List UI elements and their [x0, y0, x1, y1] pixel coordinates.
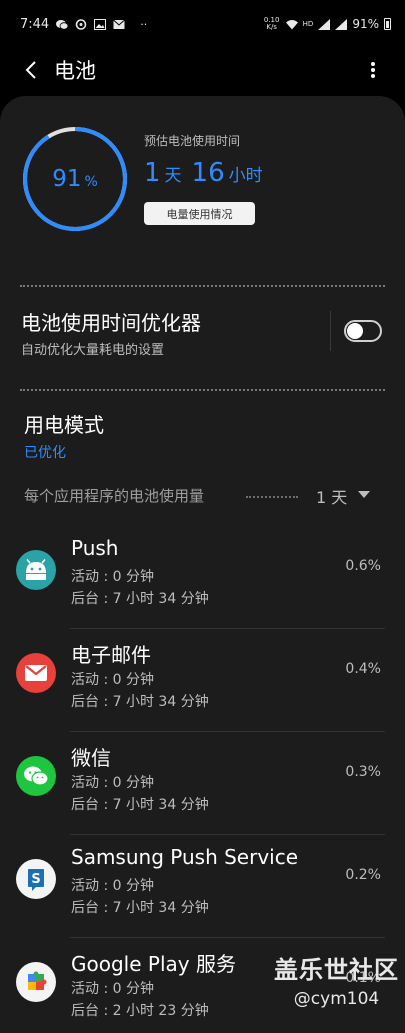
app-row-email[interactable]: 电子邮件 活动 : 0 分钟 后台 : 7 小时 34 分钟 0.4% [0, 629, 405, 732]
battery-percent: 91% [352, 17, 379, 31]
app-active-time: 活动 : 0 分钟 [71, 672, 154, 688]
puzzle-piece-icon [28, 971, 47, 990]
app-active-time: 活动 : 0 分钟 [71, 569, 154, 585]
app-usage-percent: 0.2% [345, 867, 381, 883]
hd-icon: HD [302, 20, 314, 28]
app-active-time: 活动 : 0 分钟 [71, 775, 154, 791]
battery-summary: 91 % 预估电池使用时间 1 天 16 小时 电量使用情况 [0, 96, 405, 286]
app-active-time: 活动 : 0 分钟 [71, 981, 154, 997]
signal-1-icon [318, 18, 331, 30]
battery-level-value: 91 [52, 166, 82, 192]
back-button[interactable] [6, 48, 56, 92]
community-watermark: 盖乐世社区 @cym104 [268, 950, 405, 1009]
svg-text:S: S [31, 872, 40, 887]
app-row-wechat[interactable]: 微信 活动 : 0 分钟 后台 : 7 小时 34 分钟 0.3% [0, 732, 405, 835]
optimizer-title: 电池使用时间优化器 [21, 311, 201, 335]
per-app-usage-label: 每个应用程序的电池使用量 [24, 487, 205, 505]
watermark-user: @cym104 [293, 989, 380, 1009]
page-title: 电池 [54, 59, 96, 83]
battery-icon [384, 18, 391, 30]
app-usage-percent: 0.6% [345, 558, 381, 574]
net-speed-unit: K/s [266, 23, 277, 31]
estimate-hours-unit: 小时 [228, 166, 263, 186]
power-mode-value: 已优化 [24, 445, 66, 461]
estimate-time: 1 天 16 小时 [144, 158, 269, 188]
estimate-days-unit: 天 [164, 166, 182, 186]
envelope-icon [25, 665, 47, 681]
app-row-samsung-push[interactable]: S Samsung Push Service 活动 : 0 分钟 后台 : 7 … [0, 835, 405, 938]
chevron-left-icon [25, 61, 36, 79]
status-time: 7:44 [20, 16, 50, 32]
android-icon [16, 550, 56, 590]
samsung-push-badge-icon: S [28, 869, 44, 891]
app-background-time: 后台 : 7 小时 34 分钟 [71, 591, 209, 607]
more-options-button[interactable] [353, 48, 393, 92]
app-bar: 电池 [0, 48, 405, 92]
toggle-knob [347, 323, 363, 339]
dotted-divider [20, 285, 385, 287]
app-background-time: 后台 : 7 小时 34 分钟 [71, 797, 209, 813]
more-vertical-icon [371, 62, 375, 78]
app-row-push[interactable]: Push 活动 : 0 分钟 后台 : 7 小时 34 分钟 0.6% [0, 526, 405, 629]
app-name: Samsung Push Service [71, 845, 299, 869]
dotted-spacer [246, 496, 298, 498]
app-background-time: 后台 : 7 小时 34 分钟 [71, 900, 209, 916]
mail-notification-icon [113, 19, 126, 29]
status-bar: 7:44 ·· 0.10 K/s HD 91% [0, 0, 405, 48]
app-background-time: 后台 : 7 小时 34 分钟 [71, 694, 209, 710]
wechat-icon [16, 756, 56, 796]
android-robot-icon [26, 559, 46, 580]
estimate-days: 1 [144, 158, 161, 188]
chat-notification-icon [56, 19, 69, 30]
app-usage-percent: 0.3% [345, 764, 381, 780]
huawei-notification-icon [75, 18, 87, 30]
estimate-label: 预估电池使用时间 [144, 134, 241, 148]
app-usage-percent: 0.4% [345, 661, 381, 677]
per-app-usage-header: 每个应用程序的电池使用量 1 天 [0, 481, 405, 511]
wifi-icon [285, 19, 298, 29]
google-play-services-icon [16, 962, 56, 1002]
app-name: Push [71, 536, 119, 560]
app-name: 微信 [71, 746, 111, 770]
app-active-time: 活动 : 0 分钟 [71, 878, 154, 894]
more-notifications-icon: ·· [140, 17, 148, 31]
battery-panel: 91 % 预估电池使用时间 1 天 16 小时 电量使用情况 电池使用时间优化器… [0, 96, 405, 1033]
app-name: 电子邮件 [71, 643, 151, 667]
battery-level: 91 % [22, 126, 128, 232]
period-dropdown[interactable]: 1 天 [316, 484, 347, 508]
watermark-title: 盖乐世社区 [274, 956, 399, 984]
dropdown-arrow-icon[interactable] [358, 491, 370, 498]
battery-usage-button[interactable]: 电量使用情况 [144, 202, 255, 225]
battery-level-unit: % [84, 174, 98, 190]
app-background-time: 后台 : 2 小时 23 分钟 [71, 1003, 209, 1019]
power-mode-row[interactable]: 用电模式 已优化 [0, 401, 405, 461]
optimizer-subtitle: 自动优化大量耗电的设置 [21, 343, 165, 358]
optimizer-toggle[interactable] [344, 320, 382, 342]
email-icon [16, 653, 56, 693]
samsung-push-icon: S [16, 859, 56, 899]
app-name: Google Play 服务 [71, 952, 236, 976]
signal-2-icon [335, 18, 348, 30]
estimate-hours: 16 [191, 158, 225, 188]
net-speed: 0.10 K/s [263, 17, 281, 31]
power-mode-title: 用电模式 [24, 413, 104, 437]
battery-optimizer-row[interactable]: 电池使用时间优化器 自动优化大量耗电的设置 [0, 301, 405, 361]
vertical-divider [330, 311, 331, 351]
dotted-divider [20, 389, 385, 391]
photo-notification-icon [94, 18, 107, 30]
wechat-bubbles-icon [24, 766, 49, 786]
